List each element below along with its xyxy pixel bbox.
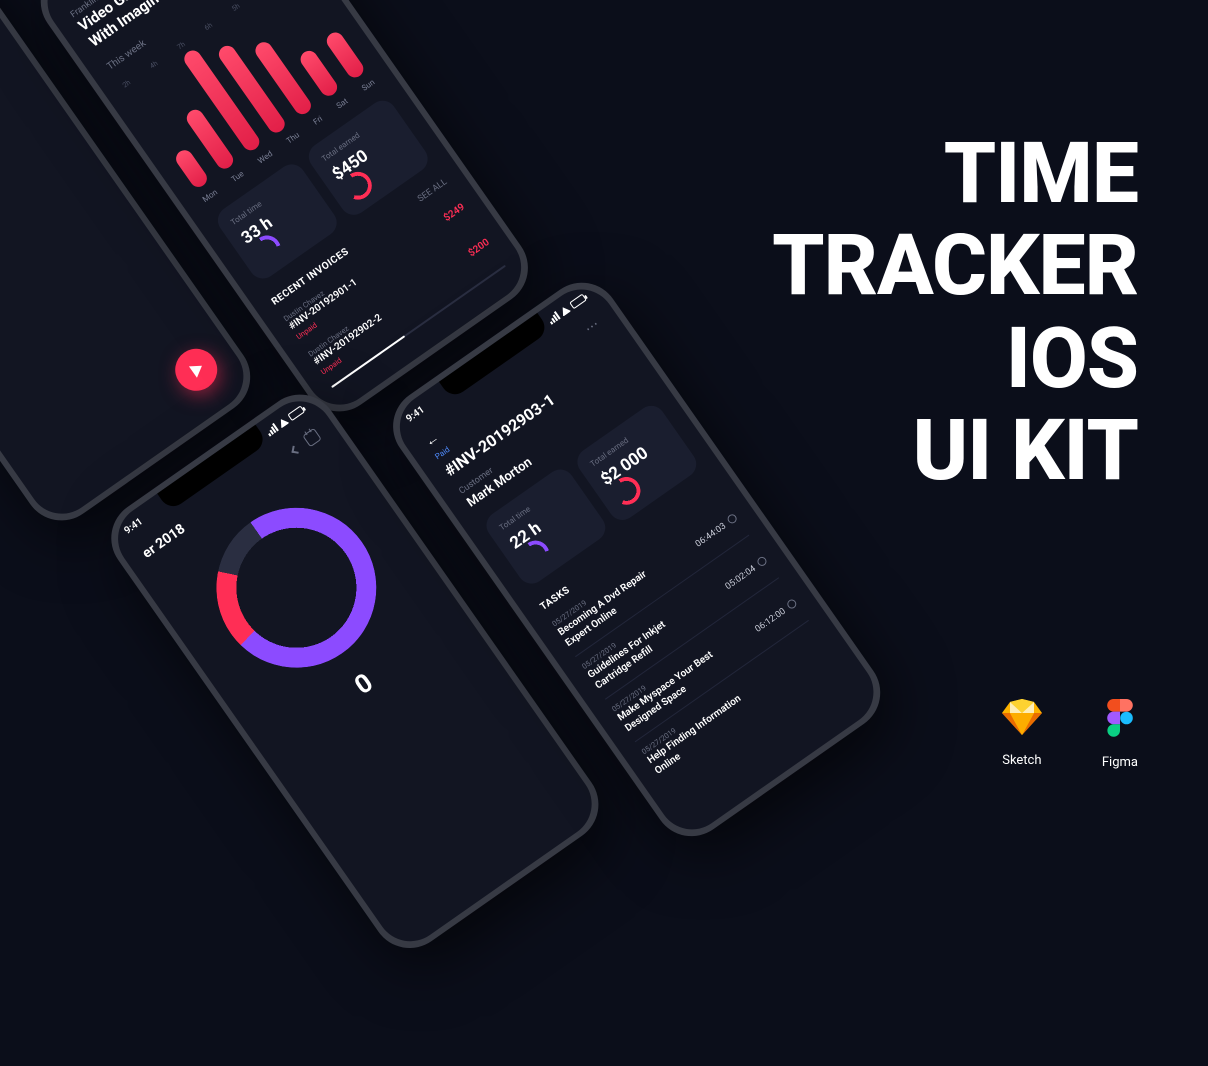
figma-label: Figma [1102, 755, 1138, 770]
ring-center-value: 0 [349, 668, 378, 701]
figma-icon [1107, 699, 1133, 737]
sketch-label: Sketch [1002, 753, 1041, 768]
timer-value: 5:00 [0, 0, 35, 210]
calendar-icon[interactable] [302, 428, 321, 447]
clock-icon [756, 555, 769, 568]
sketch-icon [1002, 699, 1042, 735]
chevron-left-icon[interactable] [291, 445, 299, 453]
clock-icon [726, 513, 739, 526]
clock-icon [786, 598, 799, 611]
play-button[interactable] [167, 341, 225, 399]
tool-icons-row: Sketch Figma [1002, 699, 1138, 770]
tool-sketch[interactable]: Sketch [1002, 699, 1042, 770]
tool-figma[interactable]: Figma [1102, 699, 1138, 770]
